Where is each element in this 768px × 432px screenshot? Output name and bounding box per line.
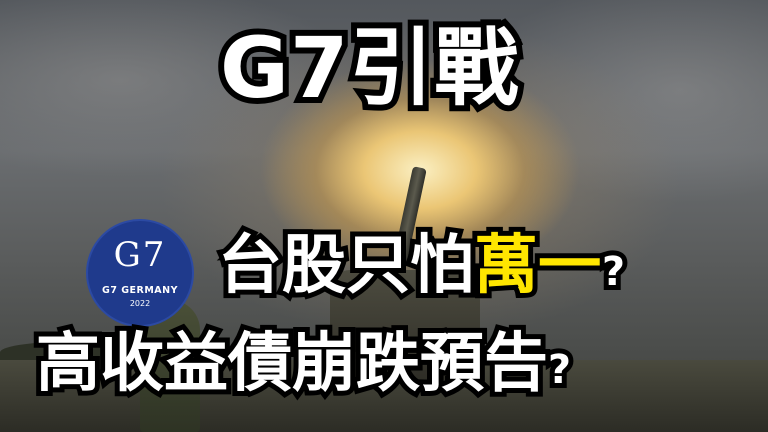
headline-middle-highlight: 萬一 xyxy=(469,224,607,308)
g7-logo-year: 2022 xyxy=(129,299,151,308)
g7-germany-logo: G7 G7 GERMANY 2022 xyxy=(86,219,194,327)
headline-bottom-text: 高收益債崩跌預告 xyxy=(31,322,553,406)
g7-logo-name: G7 GERMANY xyxy=(102,285,178,296)
headline-bottom-question-mark: ? xyxy=(543,342,576,398)
headline-top: G7引戰 xyxy=(214,13,524,123)
headline-middle-prefix: 台股只怕 xyxy=(213,224,479,308)
headline-middle: 台股只怕萬一? xyxy=(213,224,630,310)
g7-logo-mark: G7 xyxy=(113,235,167,275)
headline-bottom: 高收益債崩跌預告? xyxy=(31,322,576,408)
headline-middle-question-mark: ? xyxy=(597,244,630,300)
thumbnail: G7 G7 GERMANY 2022 G7引戰 台股只怕萬一? 高收益債崩跌預告… xyxy=(0,0,768,432)
